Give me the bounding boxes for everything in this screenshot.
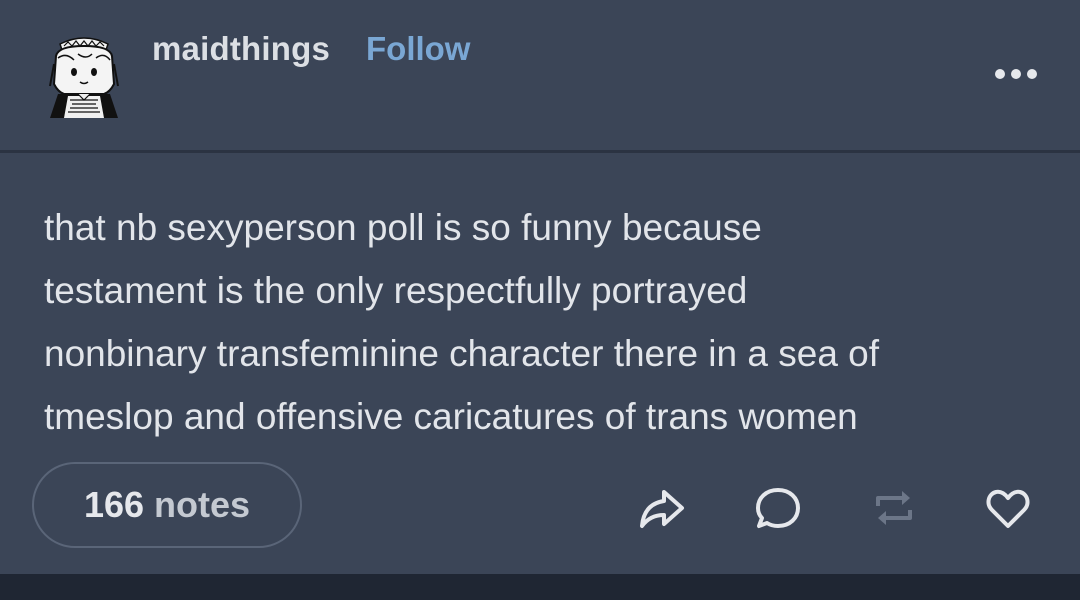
post-body: that nb sexyperson poll is so funny beca… [44, 196, 1044, 448]
post-body-line: testament is the only respectfully portr… [44, 270, 748, 311]
speech-bubble-icon[interactable] [754, 484, 802, 532]
header-divider [0, 150, 1080, 153]
notes-count: 166 [83, 484, 145, 525]
more-horizontal-icon[interactable] [990, 60, 1042, 88]
follow-button[interactable]: Follow [366, 30, 470, 68]
notes-label: notes [154, 484, 251, 525]
post-body-line: nonbinary transfeminine character there … [44, 333, 880, 374]
reblog-icon[interactable] [870, 484, 918, 532]
post-author-name[interactable]: maidthings [152, 30, 330, 68]
post-body-line: tmeslop and offensive caricatures of tra… [44, 396, 858, 437]
share-arrow-icon[interactable] [638, 484, 686, 532]
notes-button[interactable]: 166 notes [32, 462, 302, 548]
maid-avatar-icon[interactable] [44, 34, 124, 118]
post-body-line: that nb sexyperson poll is so funny beca… [44, 207, 762, 248]
post-header: maidthings Follow [0, 0, 1080, 150]
heart-icon[interactable] [984, 484, 1032, 532]
post-card: maidthings Follow that nb sexyperson pol… [0, 0, 1080, 574]
bottom-bar [0, 574, 1080, 600]
